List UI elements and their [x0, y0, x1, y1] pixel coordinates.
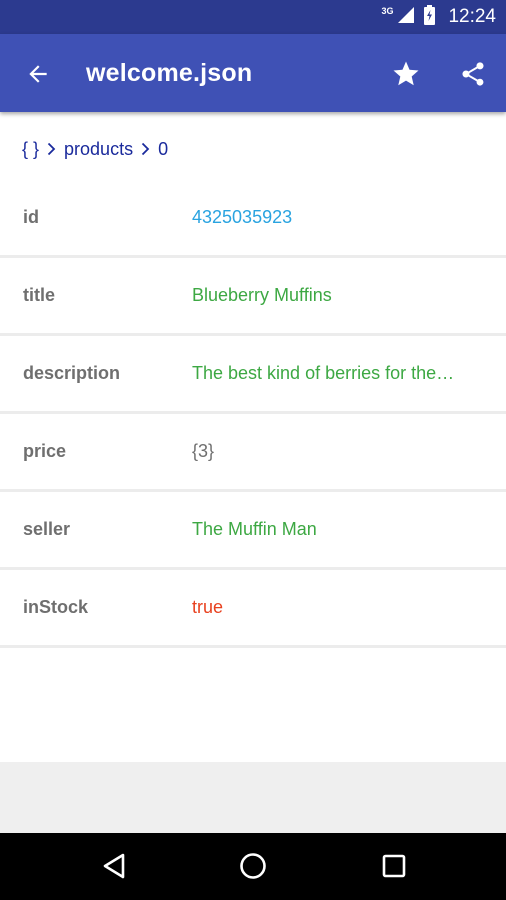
signal-icon [397, 6, 415, 29]
table-row[interactable]: seller The Muffin Man [0, 492, 506, 570]
table-row[interactable]: description The best kind of berries for… [0, 336, 506, 414]
breadcrumb: { } products 0 [22, 136, 168, 162]
status-clock: 12:24 [448, 6, 496, 27]
table-row[interactable]: title Blueberry Muffins [0, 258, 506, 336]
table-row[interactable]: price {3} [0, 414, 506, 492]
nav-back-button[interactable] [94, 846, 134, 886]
triangle-back-icon [103, 853, 125, 879]
property-value: The best kind of berries for the… [192, 363, 455, 383]
arrow-back-icon [29, 65, 47, 83]
property-key: seller [23, 519, 71, 539]
nav-recents-button[interactable] [374, 846, 414, 886]
chevron-right-icon [141, 142, 150, 156]
square-recents-icon [382, 854, 406, 878]
battery-icon [423, 4, 436, 30]
property-value: Blueberry Muffins [192, 285, 332, 305]
favorite-button[interactable] [388, 56, 424, 92]
property-key: title [23, 285, 56, 305]
status-bar: 3G 12:24 [0, 0, 506, 34]
circle-home-icon [240, 853, 266, 879]
status-icons: 3G 12:24 [381, 0, 496, 34]
breadcrumb-root[interactable]: { } [22, 139, 39, 160]
property-list: id 4325035923 title Blueberry Muffins de… [0, 180, 506, 648]
breadcrumb-index[interactable]: 0 [158, 139, 168, 160]
nav-home-button[interactable] [233, 846, 273, 886]
property-key: id [23, 207, 39, 227]
property-value: 4325035923 [192, 207, 293, 227]
table-row[interactable]: id 4325035923 [0, 180, 506, 258]
property-key: price [23, 441, 67, 461]
share-icon [462, 62, 484, 86]
chevron-right-icon [47, 142, 56, 156]
breadcrumb-products[interactable]: products [64, 139, 133, 160]
property-key: inStock [23, 597, 89, 617]
page-title: welcome.json [86, 59, 253, 87]
star-icon [393, 61, 419, 86]
property-value: {3} [192, 441, 215, 461]
property-value: true [192, 597, 224, 617]
property-value: The Muffin Man [192, 519, 317, 539]
back-button[interactable] [20, 56, 56, 92]
network-type: 3G [381, 6, 394, 16]
system-nav-bar [0, 833, 506, 900]
share-button[interactable] [455, 56, 491, 92]
footer-area [0, 762, 506, 833]
app-bar: welcome.json [0, 34, 506, 112]
property-key: description [23, 363, 121, 383]
table-row[interactable]: inStock true [0, 570, 506, 648]
